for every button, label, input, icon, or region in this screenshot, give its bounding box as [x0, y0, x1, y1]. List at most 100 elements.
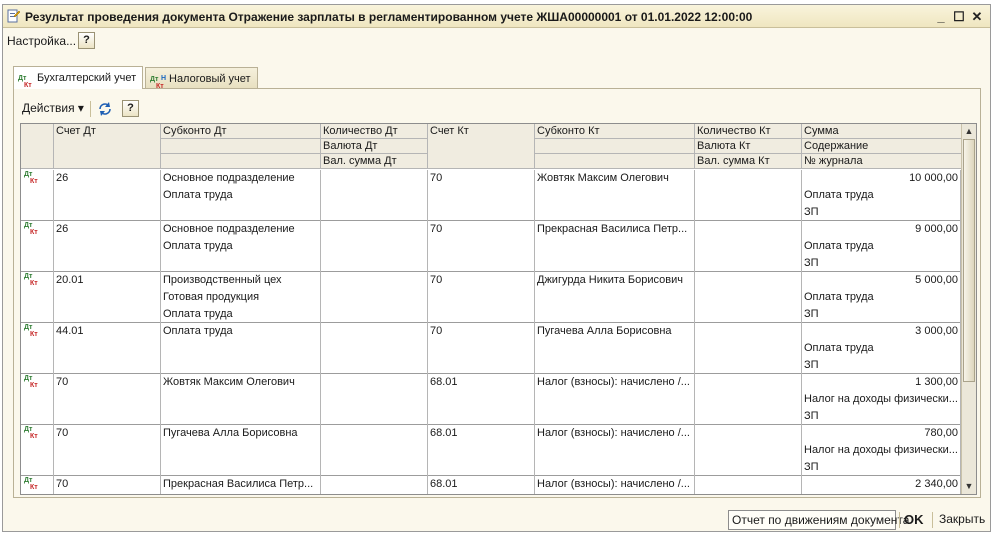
cell-kol-dt — [321, 272, 428, 323]
soderzhanie-value: Налог на доходы физически... — [804, 393, 958, 405]
header-valuta-dt[interactable]: Валюта Дт — [321, 139, 428, 154]
movements-report-button[interactable]: Отчет по движениям документа — [728, 510, 909, 530]
summa-value: 9 000,00 — [915, 223, 958, 235]
close-button[interactable]: Закрыть — [936, 510, 988, 530]
subkonto-kt-value: Прекрасная Василиса Петр... — [537, 223, 688, 235]
header-subkonto-kt-2 — [535, 139, 695, 154]
subkonto-dt-line: Оплата труда — [163, 308, 233, 320]
cell-summa: 1 300,00 Налог на доходы физически... ЗП — [802, 374, 961, 425]
tab-accounting[interactable]: Дт Кт Бухгалтерский учет — [13, 66, 144, 89]
zhurnal-value: ЗП — [804, 359, 819, 371]
tab-tax-label: Налоговый учет — [169, 72, 251, 85]
dt-kt-row-icon: Дт Кт — [24, 222, 40, 238]
table-row[interactable]: Дт Кт 70 Прекрасная Василиса Петр... 68.01 На… — [21, 476, 961, 494]
cell-schet-dt: 70 — [54, 476, 161, 494]
header-subkonto-dt-3 — [161, 154, 321, 169]
dt-label: Дт — [24, 477, 33, 484]
header-soderzhanie[interactable]: Содержание — [802, 139, 962, 154]
dt-kt-row-icon: Дт Кт — [24, 477, 40, 493]
cell-summa: 3 000,00 Оплата труда ЗП — [802, 323, 961, 374]
actions-menu-button[interactable]: Действия ▾ — [22, 101, 84, 115]
cell-icon: Дт Кт — [21, 323, 54, 374]
refresh-icon[interactable] — [96, 100, 114, 118]
dt-kt-tax-icon: Дт Кт Н — [150, 74, 167, 90]
help-button[interactable]: ? — [78, 32, 95, 49]
maximize-button[interactable]: ☐ — [951, 9, 967, 24]
header-kol-kt[interactable]: Количество Кт — [695, 124, 802, 139]
dt-kt-row-icon: Дт Кт — [24, 273, 40, 289]
scroll-down-icon[interactable]: ▼ — [962, 479, 976, 493]
header-valuta-kt[interactable]: Валюта Кт — [695, 139, 802, 154]
dt-kt-row-icon: Дт Кт — [24, 426, 40, 442]
subkonto-kt-value: Жовтяк Максим Олегович — [537, 172, 669, 184]
cell-kol-kt — [695, 374, 802, 425]
cell-kol-dt — [321, 221, 428, 272]
header-schet-kt[interactable]: Счет Кт — [428, 124, 535, 169]
table-row[interactable]: Дт Кт 26 Основное подразделение Оплата труда… — [21, 170, 961, 221]
kt-label: Кт — [30, 178, 38, 185]
settings-menu[interactable]: Настройка... — [7, 34, 76, 48]
vertical-scrollbar[interactable]: ▲ ▼ — [961, 124, 976, 494]
schet-dt-value: 26 — [56, 223, 69, 235]
cell-summa: 5 000,00 Оплата труда ЗП — [802, 272, 961, 323]
dt-kt-row-icon: Дт Кт — [24, 171, 40, 187]
cell-subkonto-dt: Основное подразделение Оплата труда — [161, 221, 321, 272]
table-row[interactable]: Дт Кт 20.01 Производственный цех Готовая про… — [21, 272, 961, 323]
header-val-summa-dt[interactable]: Вал. сумма Дт — [321, 154, 428, 169]
schet-kt-value: 68.01 — [430, 478, 458, 490]
schet-dt-value: 70 — [56, 478, 69, 490]
schet-kt-value: 70 — [430, 325, 443, 337]
summa-value: 1 300,00 — [915, 376, 958, 388]
cell-subkonto-kt: Жовтяк Максим Олегович — [535, 170, 695, 221]
dt-kt-icon: Дт Кт — [18, 75, 32, 89]
table-help-button[interactable]: ? — [122, 100, 139, 117]
cell-subkonto-dt: Прекрасная Василиса Петр... — [161, 476, 321, 494]
header-subkonto-kt[interactable]: Субконто Кт — [535, 124, 695, 139]
kt-label: Кт — [30, 229, 38, 236]
cell-schet-kt: 70 — [428, 221, 535, 272]
subkonto-kt-value: Налог (взносы): начислено /... — [537, 376, 690, 388]
dt-label: Дт — [24, 171, 33, 178]
ok-button[interactable]: OK — [901, 510, 927, 530]
cell-icon: Дт Кт — [21, 476, 54, 494]
scrollbar-thumb[interactable] — [963, 139, 975, 382]
close-window-button[interactable]: ✕ — [969, 9, 985, 24]
subkonto-kt-value: Налог (взносы): начислено /... — [537, 427, 690, 439]
table-row[interactable]: Дт Кт 70 Пугачева Алла Борисовна 68.01 Налог … — [21, 425, 961, 476]
summa-value: 780,00 — [924, 427, 958, 439]
cell-subkonto-dt: Пугачева Алла Борисовна — [161, 425, 321, 476]
header-schet-dt[interactable]: Счет Дт — [54, 124, 161, 169]
zhurnal-value: ЗП — [804, 308, 819, 320]
table-row[interactable]: Дт Кт 44.01 Оплата труда 70 Пугачева Алла Бор… — [21, 323, 961, 374]
cell-kol-kt — [695, 476, 802, 494]
cell-schet-kt: 68.01 — [428, 476, 535, 494]
header-nomer-zhurnala[interactable]: № журнала — [802, 154, 962, 169]
schet-kt-value: 70 — [430, 223, 443, 235]
cell-schet-kt: 68.01 — [428, 425, 535, 476]
summa-value: 3 000,00 — [915, 325, 958, 337]
table-row[interactable]: Дт Кт 26 Основное подразделение Оплата труда… — [21, 221, 961, 272]
tab-tax[interactable]: Дт Кт Н Налоговый учет — [145, 67, 258, 90]
scroll-up-icon[interactable]: ▲ — [962, 124, 976, 138]
header-subkonto-dt[interactable]: Субконто Дт — [161, 124, 321, 139]
header-subkonto-dt-2 — [161, 139, 321, 154]
subkonto-dt-line: Прекрасная Василиса Петр... — [163, 478, 314, 490]
summa-value: 10 000,00 — [909, 172, 958, 184]
subkonto-kt-value: Налог (взносы): начислено /... — [537, 478, 690, 490]
cell-schet-kt: 70 — [428, 272, 535, 323]
subkonto-dt-line: Основное подразделение — [163, 172, 295, 184]
cell-icon: Дт Кт — [21, 374, 54, 425]
header-val-summa-kt[interactable]: Вал. сумма Кт — [695, 154, 802, 169]
dt-label: Дт — [24, 375, 33, 382]
minimize-button[interactable]: _ — [933, 9, 949, 24]
cell-summa: 2 340,00 — [802, 476, 961, 494]
header-kol-dt[interactable]: Количество Дт — [321, 124, 428, 139]
subkonto-dt-line: Оплата труда — [163, 189, 233, 201]
header-summa[interactable]: Сумма — [802, 124, 962, 139]
cell-summa: 9 000,00 Оплата труда ЗП — [802, 221, 961, 272]
table-row[interactable]: Дт Кт 70 Жовтяк Максим Олегович 68.01 Налог (… — [21, 374, 961, 425]
cell-subkonto-dt: Оплата труда — [161, 323, 321, 374]
subkonto-dt-line: Оплата труда — [163, 325, 233, 337]
window-title: Результат проведения документа Отражение… — [25, 10, 753, 24]
cell-kol-dt — [321, 425, 428, 476]
